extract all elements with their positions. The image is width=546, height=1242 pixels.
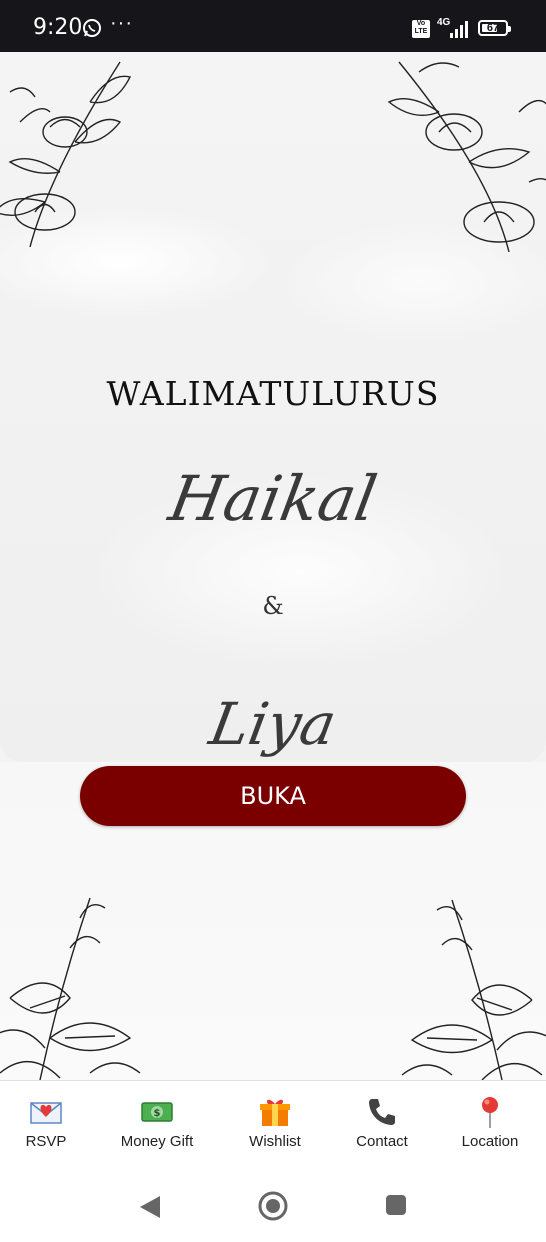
phone-icon — [369, 1099, 395, 1125]
open-invitation-button[interactable]: BUKA — [80, 766, 466, 826]
nav-rsvp[interactable]: RSVP — [16, 1081, 76, 1169]
nav-label-wishlist: Wishlist — [249, 1133, 301, 1150]
battery-icon: 67 — [478, 20, 511, 36]
floral-corner-bottom-left-icon — [0, 897, 141, 1080]
nav-label-contact: Contact — [356, 1133, 408, 1150]
home-circle-icon[interactable] — [258, 1191, 288, 1221]
more-notifications-icon: ··· — [110, 12, 133, 34]
bride-name: Liya — [204, 690, 342, 758]
ampersand: & — [262, 592, 284, 620]
nav-location[interactable]: Location — [458, 1081, 522, 1169]
system-nav-bar — [0, 1168, 546, 1242]
nav-contact[interactable]: Contact — [352, 1081, 412, 1169]
bottom-nav: RSVP $ Money Gift Wishlist Contact Locat… — [0, 1080, 546, 1169]
svg-text:$: $ — [154, 1108, 161, 1119]
groom-name: Haikal — [163, 462, 383, 535]
nav-wishlist[interactable]: Wishlist — [243, 1081, 307, 1169]
nav-label-money-gift: Money Gift — [120, 1133, 194, 1150]
love-letter-icon — [30, 1102, 62, 1124]
nav-label-location: Location — [461, 1133, 519, 1150]
battery-level: 67 — [486, 22, 500, 34]
battery-tip — [508, 26, 511, 32]
nav-label-rsvp: RSVP — [25, 1133, 67, 1150]
floral-corner-top-left-icon — [0, 61, 132, 247]
event-title: WALIMATULURUS — [106, 374, 440, 413]
floral-corner-top-right-icon — [387, 61, 546, 252]
status-time: 9:20 — [33, 15, 83, 40]
money-icon: $ — [141, 1102, 173, 1122]
floral-corner-bottom-right-icon — [401, 899, 546, 1080]
gift-icon — [260, 1099, 290, 1126]
status-bar: 9:20 ··· Vo LTE 4G 67 — [0, 0, 546, 52]
recents-square-icon[interactable] — [386, 1195, 406, 1215]
back-triangle-icon[interactable] — [138, 1194, 162, 1220]
signal-icon — [450, 21, 468, 38]
whatsapp-icon — [83, 19, 101, 37]
pin-icon — [482, 1097, 498, 1128]
nav-money-gift[interactable]: $ Money Gift — [116, 1081, 198, 1169]
invitation-card: WALIMATULURUS Haikal & Liya — [0, 52, 546, 762]
volte-icon: Vo LTE — [412, 20, 430, 38]
